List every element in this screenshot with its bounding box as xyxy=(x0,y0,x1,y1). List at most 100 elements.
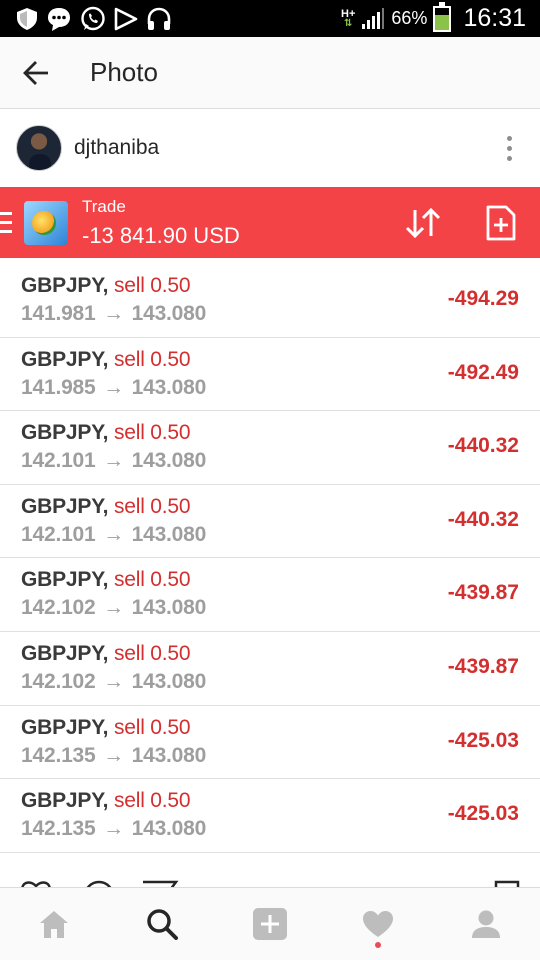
current-price: 143.080 xyxy=(131,522,207,546)
post-header: djthaniba xyxy=(0,110,540,186)
trade-label: Trade xyxy=(82,196,126,216)
add-icon xyxy=(253,908,287,940)
current-price: 143.080 xyxy=(131,743,207,767)
trade-symbol: GBPJPY, xyxy=(21,715,109,739)
trade-symbol: GBPJPY, xyxy=(21,641,109,665)
trade-profit: -440.32 xyxy=(447,507,519,531)
trade-symbol: GBPJPY, xyxy=(21,494,109,518)
status-system: H+ ⇅ 66% 16:31 xyxy=(341,1,540,33)
trade-prices: 142.135 → 143.080 xyxy=(21,817,206,841)
trade-info: Trade -13 841.90 USD xyxy=(82,197,240,249)
banner-actions xyxy=(404,205,516,241)
trade-side: sell 0.50 xyxy=(113,421,191,445)
trade-row: GBPJPY, sell 0.50 142.101 → 143.080 -440.3… xyxy=(0,484,540,559)
headphones-icon xyxy=(147,7,171,30)
arrow-right-icon: → xyxy=(103,522,124,546)
open-price: 142.135 xyxy=(21,743,96,767)
nav-add[interactable] xyxy=(240,894,300,954)
back-button[interactable] xyxy=(0,37,72,109)
trade-side: sell 0.50 xyxy=(113,641,191,665)
sort-icon xyxy=(405,207,441,238)
new-order-icon xyxy=(486,205,516,240)
trade-prices: 142.101 → 143.080 xyxy=(21,523,206,547)
current-price: 143.080 xyxy=(131,449,207,473)
username[interactable]: djthaniba xyxy=(74,136,159,160)
nav-profile[interactable] xyxy=(456,894,516,954)
trade-row: GBPJPY, sell 0.50 142.135 → 143.080 -425.0… xyxy=(0,779,540,853)
trade-prices: 141.985 → 143.080 xyxy=(21,376,206,400)
trade-side: sell 0.50 xyxy=(113,568,191,592)
profile-icon xyxy=(472,910,500,938)
page-title: Photo xyxy=(90,57,158,87)
trade-symbol: GBPJPY, xyxy=(21,421,109,445)
battery-percent: 66% xyxy=(391,8,428,28)
trade-symbol: GBPJPY, xyxy=(21,789,109,813)
current-price: 143.080 xyxy=(131,596,207,620)
play-icon xyxy=(114,7,138,30)
arrow-right-icon: → xyxy=(103,743,124,767)
search-icon xyxy=(147,909,178,940)
arrow-right-icon: → xyxy=(103,449,124,473)
message-icon xyxy=(48,7,70,31)
current-price: 143.080 xyxy=(131,817,207,841)
metatrader-logo xyxy=(24,200,68,245)
whatsapp-icon xyxy=(81,6,105,30)
trade-profit: -440.32 xyxy=(447,434,519,458)
trade-profit: -494.29 xyxy=(447,287,519,310)
nav-home[interactable] xyxy=(24,894,84,954)
notification-dot xyxy=(375,942,381,948)
trade-row: GBPJPY, sell 0.50 142.101 → 143.080 -440.3… xyxy=(0,411,540,485)
battery-level xyxy=(435,14,450,30)
battery-icon xyxy=(433,1,452,32)
home-icon xyxy=(40,911,68,938)
open-price: 142.101 xyxy=(21,522,96,546)
open-price: 141.981 xyxy=(21,302,96,325)
trade-symbol-line: GBPJPY, sell 0.50 xyxy=(21,568,191,592)
heart-icon xyxy=(363,911,393,937)
trade-profit: -439.87 xyxy=(447,581,519,605)
open-price: 142.102 xyxy=(21,596,96,620)
current-price: 143.080 xyxy=(131,375,207,399)
trade-symbol-line: GBPJPY, sell 0.50 xyxy=(21,789,191,813)
trade-side: sell 0.50 xyxy=(113,715,191,739)
menu-icon xyxy=(0,212,16,233)
open-price: 142.101 xyxy=(21,449,96,473)
trade-banner: Trade -13 841.90 USD xyxy=(0,187,540,258)
avatar[interactable] xyxy=(16,125,62,171)
more-dot-icon xyxy=(507,145,512,151)
trade-symbol-line: GBPJPY, sell 0.50 xyxy=(21,494,191,519)
data-arrows-icon: H+ ⇅ xyxy=(341,7,356,29)
arrow-right-icon: → xyxy=(103,817,124,841)
trade-symbol: GBPJPY, xyxy=(21,568,109,592)
trade-side: sell 0.50 xyxy=(113,274,191,297)
app-bar: Photo xyxy=(0,37,540,109)
nav-search[interactable] xyxy=(132,894,192,954)
more-dot-icon xyxy=(507,155,512,161)
signal-icon xyxy=(362,7,385,29)
nav-activity[interactable] xyxy=(348,894,408,954)
arrow-right-icon: → xyxy=(103,596,124,620)
trade-balance: -13 841.90 USD xyxy=(82,222,240,248)
trade-prices: 142.102 → 143.080 xyxy=(21,596,206,620)
open-price: 141.985 xyxy=(21,375,96,399)
trade-symbol-line: GBPJPY, sell 0.50 xyxy=(21,641,191,666)
trade-side: sell 0.50 xyxy=(113,494,191,518)
network-type: H+ xyxy=(341,7,356,20)
trade-profit: -492.49 xyxy=(447,360,519,384)
trade-symbol: GBPJPY, xyxy=(21,347,109,371)
status-bar: H+ ⇅ 66% 16:31 xyxy=(0,0,540,37)
trade-profit: -425.03 xyxy=(447,802,519,826)
trade-symbol-line: GBPJPY, sell 0.50 xyxy=(21,274,191,298)
more-dot-icon xyxy=(507,135,512,141)
trade-side: sell 0.50 xyxy=(113,347,191,371)
trade-row: GBPJPY, sell 0.50 141.981 → 143.080 -494.2… xyxy=(0,264,540,338)
arrow-right-icon: → xyxy=(103,302,124,325)
trade-side: sell 0.50 xyxy=(113,789,191,813)
trade-list: GBPJPY, sell 0.50 141.981 → 143.080 -494.2… xyxy=(0,264,540,853)
current-price: 143.080 xyxy=(131,669,207,693)
trade-prices: 142.135 → 143.080 xyxy=(21,744,206,768)
arrow-right-icon: → xyxy=(103,669,124,693)
clock: 16:31 xyxy=(463,4,526,32)
trade-symbol-line: GBPJPY, sell 0.50 xyxy=(21,421,191,445)
more-options-button[interactable] xyxy=(507,135,512,161)
